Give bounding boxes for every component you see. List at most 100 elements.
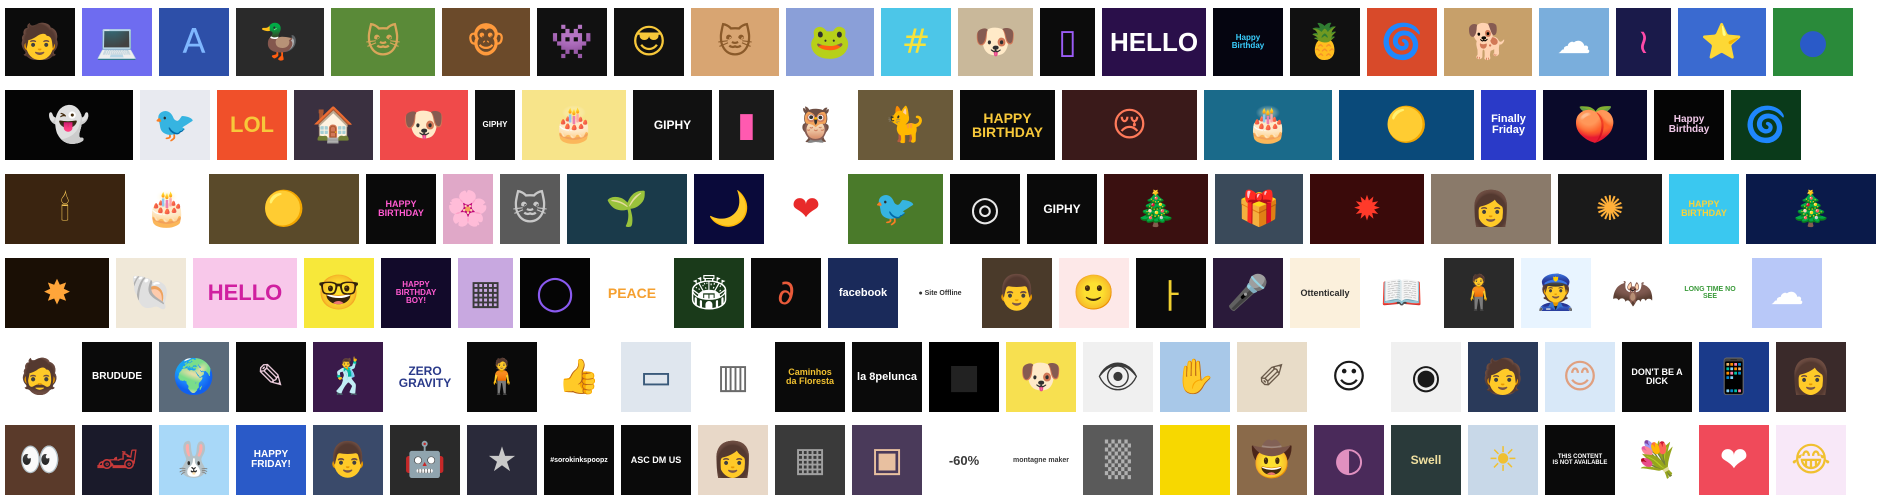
gif-tile[interactable]: 🌸: [443, 174, 493, 244]
gif-tile[interactable]: 🍍: [1290, 8, 1360, 76]
gif-tile[interactable]: DON'T BE A DICK: [1622, 342, 1692, 412]
gif-tile[interactable]: ◐: [1314, 425, 1384, 495]
gif-tile[interactable]: HAPPY BIRTHDAY: [960, 90, 1055, 160]
gif-tile[interactable]: ▭: [621, 342, 691, 412]
gif-tile[interactable]: 💐: [1622, 425, 1692, 495]
gif-tile[interactable]: Ottentically: [1290, 258, 1360, 328]
gif-tile[interactable]: 🌱: [567, 174, 687, 244]
gif-tile[interactable]: facebook: [828, 258, 898, 328]
gif-tile[interactable]: la 8pelunca: [852, 342, 922, 412]
gif-tile[interactable]: -60%: [929, 425, 999, 495]
gif-tile[interactable]: ▯: [1040, 8, 1095, 76]
gif-tile[interactable]: 🕯: [5, 174, 125, 244]
gif-tile[interactable]: ✐: [1237, 342, 1307, 412]
gif-tile[interactable]: 🦆: [236, 8, 324, 76]
gif-tile[interactable]: ●: [1773, 8, 1853, 76]
gif-tile[interactable]: 🐕: [1444, 8, 1532, 76]
gif-tile[interactable]: 🤠: [1237, 425, 1307, 495]
gif-tile[interactable]: 👁: [1083, 342, 1153, 412]
gif-tile[interactable]: ▦: [775, 425, 845, 495]
gif-tile[interactable]: ☁: [1539, 8, 1609, 76]
gif-tile[interactable]: 🎄: [1746, 174, 1876, 244]
gif-tile[interactable]: LOL: [217, 90, 287, 160]
gif-tile[interactable]: 👮: [1521, 258, 1591, 328]
gif-tile[interactable]: ㅏ: [1136, 258, 1206, 328]
gif-tile[interactable]: 🐱: [331, 8, 435, 76]
gif-tile[interactable]: HAPPY BIRTHDAY BOY!: [381, 258, 451, 328]
gif-tile[interactable]: HAPPY FRIDAY!: [236, 425, 306, 495]
gif-tile[interactable]: ≀: [1616, 8, 1671, 76]
gif-tile[interactable]: ▦: [458, 258, 513, 328]
gif-tile[interactable]: 📖: [1367, 258, 1437, 328]
gif-tile[interactable]: ▮: [719, 90, 774, 160]
gif-tile[interactable]: GIPHY: [1027, 174, 1097, 244]
gif-tile[interactable]: ▒: [1083, 425, 1153, 495]
gif-tile[interactable]: ■: [1160, 425, 1230, 495]
gif-tile[interactable]: ✹: [1310, 174, 1424, 244]
gif-tile[interactable]: ☺: [1314, 342, 1384, 412]
gif-tile[interactable]: 🌙: [694, 174, 764, 244]
gif-tile[interactable]: 👾: [537, 8, 607, 76]
gif-tile[interactable]: 🐱: [500, 174, 560, 244]
gif-tile[interactable]: ◉: [1391, 342, 1461, 412]
gif-tile[interactable]: 👩: [698, 425, 768, 495]
gif-tile[interactable]: 🐵: [442, 8, 530, 76]
gif-tile[interactable]: Caminhos da Floresta: [775, 342, 845, 412]
gif-tile[interactable]: 🎤: [1213, 258, 1283, 328]
gif-tile[interactable]: ⭐: [1678, 8, 1766, 76]
gif-tile[interactable]: 🤓: [304, 258, 374, 328]
gif-tile[interactable]: HELLO: [1102, 8, 1206, 76]
gif-tile[interactable]: Happy Birthday: [1213, 8, 1283, 76]
gif-tile[interactable]: 🐈: [858, 90, 953, 160]
gif-tile[interactable]: ASC DM US: [621, 425, 691, 495]
gif-tile[interactable]: ❤: [1699, 425, 1769, 495]
gif-tile[interactable]: ✺: [1558, 174, 1662, 244]
gif-tile[interactable]: 🐱: [691, 8, 779, 76]
gif-tile[interactable]: 😂: [1776, 425, 1846, 495]
gif-tile[interactable]: BRUDUDE: [82, 342, 152, 412]
gif-tile[interactable]: 🐶: [380, 90, 468, 160]
gif-tile[interactable]: 💻: [82, 8, 152, 76]
gif-tile[interactable]: 🌀: [1731, 90, 1801, 160]
gif-tile[interactable]: ☁: [1752, 258, 1822, 328]
gif-tile[interactable]: 🦇: [1598, 258, 1668, 328]
gif-tile[interactable]: Finally Friday: [1481, 90, 1536, 160]
gif-tile[interactable]: ■: [929, 342, 999, 412]
gif-tile[interactable]: 🏟: [674, 258, 744, 328]
gif-tile[interactable]: ☀: [1468, 425, 1538, 495]
gif-tile[interactable]: HAPPY BIRTHDAY: [366, 174, 436, 244]
gif-tile[interactable]: 👨: [982, 258, 1052, 328]
gif-tile[interactable]: THIS CONTENT IS NOT AVAILABLE: [1545, 425, 1615, 495]
gif-tile[interactable]: 👩: [1431, 174, 1551, 244]
gif-tile[interactable]: ▥: [698, 342, 768, 412]
gif-tile[interactable]: 🎄: [1104, 174, 1208, 244]
gif-tile[interactable]: 👨: [313, 425, 383, 495]
gif-tile[interactable]: 😢: [1062, 90, 1197, 160]
gif-tile[interactable]: 🐦: [848, 174, 943, 244]
gif-tile[interactable]: ✋: [1160, 342, 1230, 412]
gif-tile[interactable]: 👻: [5, 90, 133, 160]
gif-tile[interactable]: A: [159, 8, 229, 76]
gif-tile[interactable]: 🧑: [5, 8, 75, 76]
gif-tile[interactable]: 🐦: [140, 90, 210, 160]
gif-tile[interactable]: 😊: [1545, 342, 1615, 412]
gif-tile[interactable]: 👀: [5, 425, 75, 495]
gif-tile[interactable]: 🎁: [1215, 174, 1303, 244]
gif-tile[interactable]: ★: [467, 425, 537, 495]
gif-tile[interactable]: 🟡: [209, 174, 359, 244]
gif-tile[interactable]: 🌀: [1367, 8, 1437, 76]
gif-tile[interactable]: Swell: [1391, 425, 1461, 495]
gif-tile[interactable]: ▣: [852, 425, 922, 495]
gif-tile[interactable]: ◯: [520, 258, 590, 328]
gif-tile[interactable]: 🕺: [313, 342, 383, 412]
gif-tile[interactable]: Happy Birthday: [1654, 90, 1724, 160]
gif-tile[interactable]: montagne maker: [1006, 425, 1076, 495]
gif-tile[interactable]: 🎂: [1204, 90, 1332, 160]
gif-tile[interactable]: 🏠: [294, 90, 373, 160]
gif-tile[interactable]: 🧑: [1468, 342, 1538, 412]
gif-tile[interactable]: 👩: [1776, 342, 1846, 412]
gif-tile[interactable]: 🐶: [1006, 342, 1076, 412]
gif-tile[interactable]: 🧍: [1444, 258, 1514, 328]
gif-tile[interactable]: GIPHY: [475, 90, 515, 160]
gif-tile[interactable]: #: [881, 8, 951, 76]
